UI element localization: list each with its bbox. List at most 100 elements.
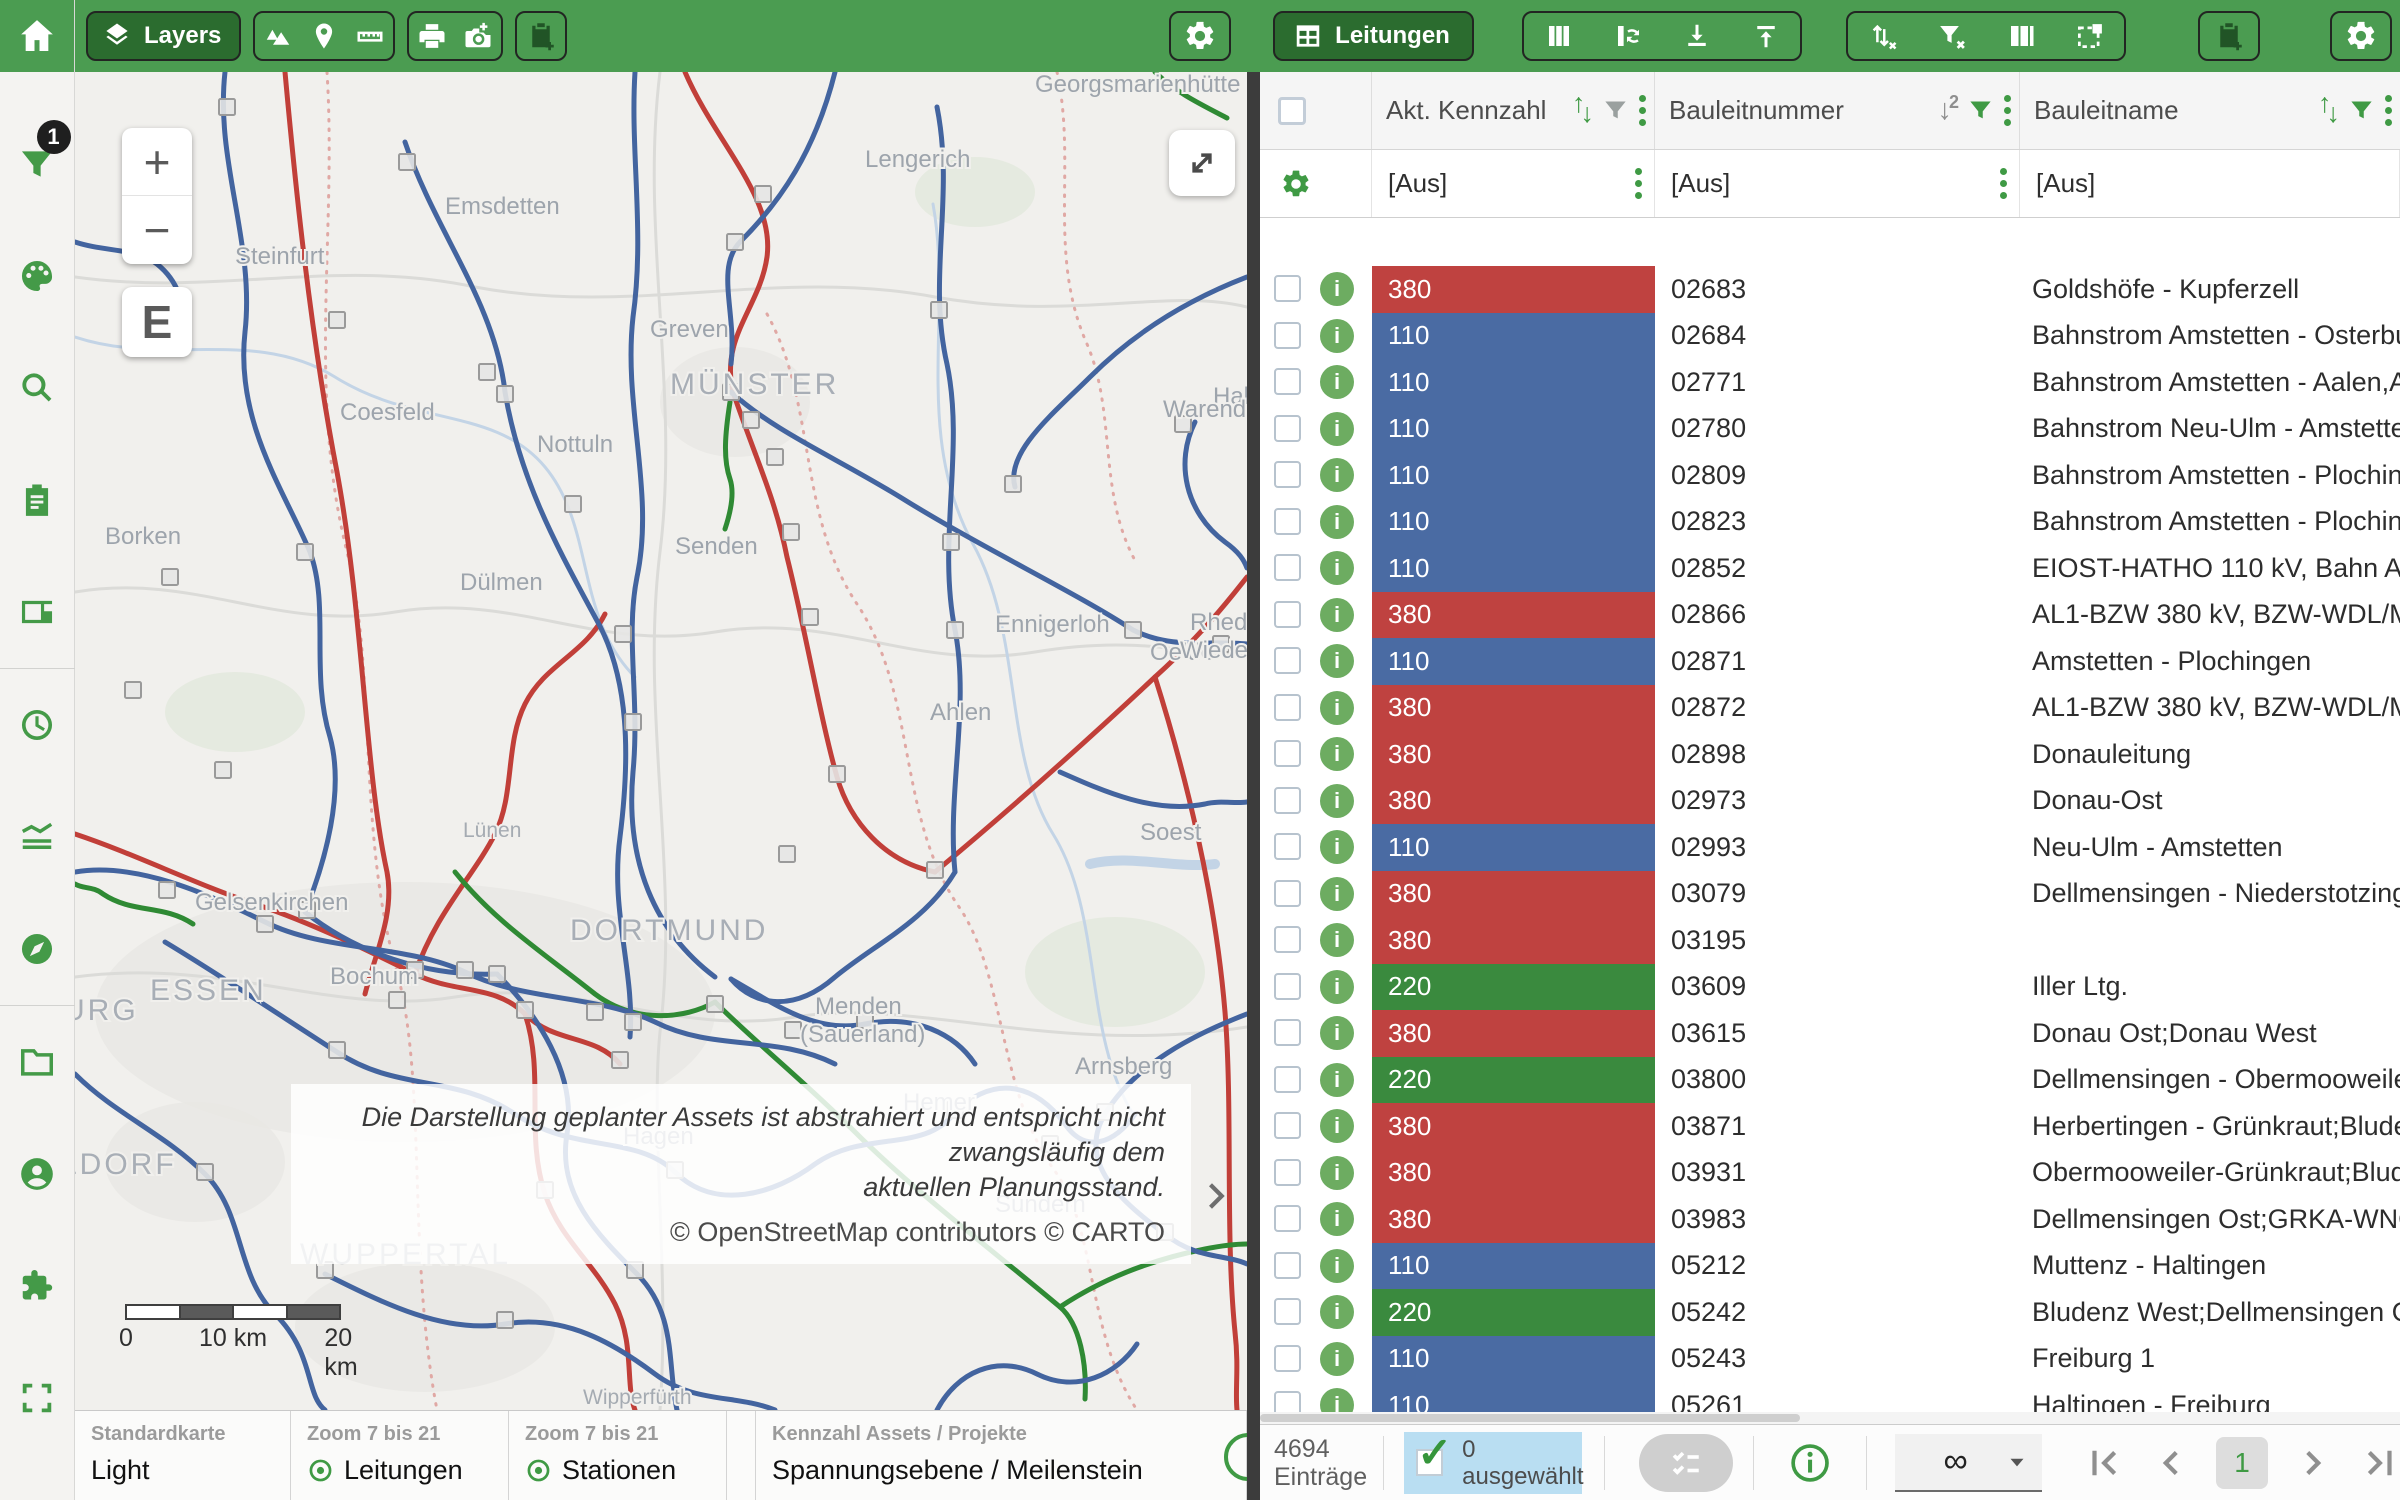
clipboard-add-button[interactable] xyxy=(515,11,567,61)
filter-funnel-icon[interactable] xyxy=(2348,97,2375,124)
panel-divider[interactable] xyxy=(1247,0,1260,1500)
table-row[interactable]: i11002684Bahnstrom Amstetten - Osterburk xyxy=(1260,313,2400,360)
row-checkbox[interactable] xyxy=(1274,275,1301,302)
column-header-1[interactable]: Akt. Kennzahl↑↓ xyxy=(1372,72,1655,149)
row-info-button[interactable]: i xyxy=(1320,691,1354,725)
row-info-button[interactable]: i xyxy=(1320,923,1354,957)
map-station-marker[interactable] xyxy=(1125,622,1141,638)
row-info-button[interactable]: i xyxy=(1320,1295,1354,1329)
table-row[interactable]: i11002852EIOST-HATHO 110 kV, Bahn Amst xyxy=(1260,545,2400,592)
column-menu-icon[interactable] xyxy=(1639,95,1646,126)
map-station-marker[interactable] xyxy=(743,412,759,428)
table-settings-button[interactable] xyxy=(2330,11,2392,61)
row-checkbox[interactable] xyxy=(1274,368,1301,395)
filter-menu-icon[interactable] xyxy=(2000,168,2007,199)
table-body-viewport[interactable]: i38002683Goldshöfe - Kupferzelli11002684… xyxy=(1260,218,2400,1424)
next-page-button[interactable] xyxy=(2292,1442,2334,1484)
row-checkbox[interactable] xyxy=(1274,787,1301,814)
table-row[interactable]: i38003195 xyxy=(1260,917,2400,964)
row-info-button[interactable]: i xyxy=(1320,877,1354,911)
map-station-marker[interactable] xyxy=(802,609,818,625)
row-info-button[interactable]: i xyxy=(1320,1109,1354,1143)
projection-button[interactable]: E xyxy=(122,287,192,357)
current-page[interactable]: 1 xyxy=(2216,1437,2268,1489)
map-station-marker[interactable] xyxy=(947,622,963,638)
row-info-button[interactable]: i xyxy=(1320,1202,1354,1236)
map-station-marker[interactable] xyxy=(389,992,405,1008)
row-info-button[interactable]: i xyxy=(1320,598,1354,632)
sidebar-item-projects[interactable] xyxy=(0,1006,75,1118)
horizontal-scrollbar[interactable] xyxy=(1260,1412,2400,1424)
column-header-3[interactable]: Bauleitname↑↓ xyxy=(2020,72,2400,149)
home-button[interactable] xyxy=(0,0,74,72)
row-checkbox[interactable] xyxy=(1274,1019,1301,1046)
row-checkbox[interactable] xyxy=(1274,322,1301,349)
row-checkbox[interactable] xyxy=(1274,1066,1301,1093)
map-station-marker[interactable] xyxy=(625,1014,641,1030)
pin-columns-button[interactable] xyxy=(1986,13,2055,59)
map-station-marker[interactable] xyxy=(329,312,345,328)
row-info-button[interactable]: i xyxy=(1320,784,1354,818)
row-checkbox[interactable] xyxy=(1274,833,1301,860)
collapse-disclaimer-button[interactable] xyxy=(1197,1174,1233,1218)
map-settings-button[interactable] xyxy=(1169,11,1231,61)
map-station-marker[interactable] xyxy=(162,569,178,585)
row-info-button[interactable]: i xyxy=(1320,365,1354,399)
filter-cell-3[interactable]: [Aus] xyxy=(2020,150,2400,217)
table-row[interactable]: i11002871Amstetten - Plochingen xyxy=(1260,638,2400,685)
row-checkbox[interactable] xyxy=(1274,601,1301,628)
map-station-marker[interactable] xyxy=(297,544,313,560)
row-checkbox[interactable] xyxy=(1274,415,1301,442)
row-info-button[interactable]: i xyxy=(1320,551,1354,585)
map-viewport[interactable]: EmsdettenSteinfurtLengerichGeorgsmarienh… xyxy=(75,72,1247,1410)
selection-summary[interactable]: ✓ 0 ausgewählt xyxy=(1404,1432,1582,1494)
sidebar-item-account[interactable] xyxy=(0,1118,75,1230)
row-info-button[interactable]: i xyxy=(1320,970,1354,1004)
row-info-button[interactable]: i xyxy=(1320,644,1354,678)
filter-cell-1[interactable]: [Aus] xyxy=(1372,150,1655,217)
map-station-marker[interactable] xyxy=(783,524,799,540)
map-station-marker[interactable] xyxy=(219,99,235,115)
table-row[interactable]: i11002771Bahnstrom Amstetten - Aalen,Am xyxy=(1260,359,2400,406)
layer-leitungen-status[interactable]: Zoom 7 bis 21Leitungen xyxy=(291,1411,509,1500)
basemap-terrain-button[interactable] xyxy=(255,13,301,59)
map-station-marker[interactable] xyxy=(779,846,795,862)
column-menu-icon[interactable] xyxy=(2004,95,2011,126)
map-station-marker[interactable] xyxy=(767,449,783,465)
row-checkbox[interactable] xyxy=(1274,926,1301,953)
measure-button[interactable] xyxy=(347,13,393,59)
table-row[interactable]: i38002683Goldshöfe - Kupferzell xyxy=(1260,266,2400,313)
row-info-button[interactable]: i xyxy=(1320,830,1354,864)
map-station-marker[interactable] xyxy=(627,1262,643,1278)
table-row[interactable]: i38003983Dellmensingen Ost;GRKA-WNGEN xyxy=(1260,1196,2400,1243)
export-button[interactable] xyxy=(1662,13,1731,59)
table-row[interactable]: i38003615Donau Ost;Donau West xyxy=(1260,1010,2400,1057)
row-info-button[interactable]: i xyxy=(1320,319,1354,353)
map-station-marker[interactable] xyxy=(479,364,495,380)
row-info-button[interactable]: i xyxy=(1320,412,1354,446)
table-row[interactable]: i22003800Dellmensingen - Obermooweiler; xyxy=(1260,1057,2400,1104)
expand-map-button[interactable] xyxy=(1169,130,1235,196)
row-checkbox[interactable] xyxy=(1274,461,1301,488)
table-row[interactable]: i11002993Neu-Ulm - Amstetten xyxy=(1260,824,2400,871)
sidebar-item-explore[interactable] xyxy=(0,893,75,1005)
map-station-marker[interactable] xyxy=(727,234,743,250)
scrollbar-thumb[interactable] xyxy=(1260,1414,1800,1422)
table-clipboard-add-button[interactable] xyxy=(2198,11,2260,61)
sidebar-item-filter[interactable]: 1 xyxy=(0,108,75,220)
row-checkbox[interactable] xyxy=(1274,508,1301,535)
filter-menu-icon[interactable] xyxy=(1635,168,1642,199)
first-page-button[interactable] xyxy=(2084,1442,2126,1484)
filter-funnel-icon[interactable] xyxy=(1967,97,1994,124)
column-chooser-button[interactable] xyxy=(1524,13,1593,59)
row-checkbox[interactable] xyxy=(1274,973,1301,1000)
map-station-marker[interactable] xyxy=(943,534,959,550)
table-row[interactable]: i38003871Herbertingen - Grünkraut;Bluden xyxy=(1260,1103,2400,1150)
row-checkbox[interactable] xyxy=(1274,1345,1301,1372)
batch-select-button[interactable] xyxy=(1639,1434,1733,1492)
map-station-marker[interactable] xyxy=(1005,476,1021,492)
layers-button[interactable]: Layers xyxy=(86,11,241,61)
column-header-2[interactable]: Bauleitnummer↓2 xyxy=(1655,72,2020,149)
map-station-marker[interactable] xyxy=(215,762,231,778)
sidebar-item-styling[interactable] xyxy=(0,220,75,332)
